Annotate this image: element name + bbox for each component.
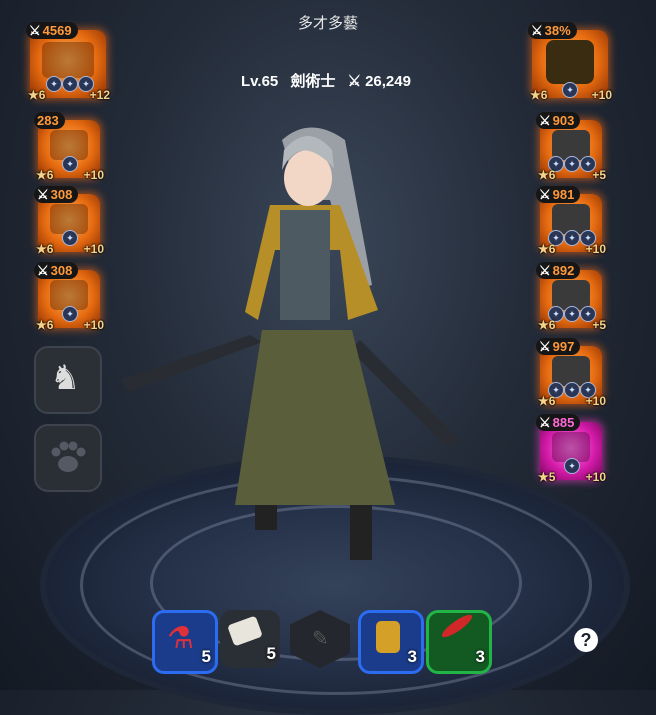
empty-slot-icon: ✎ — [312, 628, 329, 650]
sword-blade-left — [120, 335, 262, 392]
gem-icon: ✦ — [46, 76, 62, 92]
paw-icon — [51, 441, 86, 472]
slot-stars: ★6 — [28, 88, 46, 102]
sword-icon: ⚔ — [539, 263, 551, 278]
slot-stars: ★6 — [538, 318, 556, 332]
equip-slot-helmet[interactable]: ⚔ 903 ✦ ✦ ✦ ★6 +5 — [536, 112, 606, 182]
slot-stars: ★6 — [36, 168, 54, 182]
quickslot-feather[interactable]: 3 — [426, 610, 492, 674]
equip-slot-armor[interactable]: ⚔ 981 ✦ ✦ ✦ ★6 +10 — [536, 186, 606, 256]
potion-icon: ⚗ — [167, 622, 194, 655]
slot-enhance: +12 — [89, 88, 110, 102]
gem-icon: ✦ — [62, 76, 78, 92]
slot-power-badge: ⚔ 981 — [536, 186, 581, 203]
sword-icon: ⚔ — [539, 415, 551, 430]
item-count: 5 — [201, 647, 211, 666]
slot-enhance: +10 — [591, 88, 612, 102]
boot-left — [255, 505, 277, 530]
character-class: 劍術士 — [290, 73, 336, 90]
slot-power: 892 — [552, 263, 575, 278]
slot-power-badge: ⚔ 4569 — [26, 22, 78, 39]
slot-power-badge: ⚔ 997 — [536, 338, 581, 355]
slot-power-badge: ⚔ 892 — [536, 262, 581, 279]
item-count: 3 — [475, 647, 485, 666]
equip-slot-necklace[interactable]: 283 ✦ ★6 +10 — [34, 112, 104, 182]
sword-icon: ⚔ — [29, 23, 41, 38]
slot-stars: ★6 — [538, 394, 556, 408]
slot-stars: ★6 — [538, 168, 556, 182]
combat-power-value: 26,249 — [365, 73, 411, 90]
slot-power: 997 — [552, 339, 575, 354]
slot-power: 4569 — [42, 23, 72, 38]
slot-enhance: +10 — [83, 318, 104, 332]
weapon-icon — [42, 42, 94, 78]
combat-power: ⚔ 26,249 — [347, 73, 411, 90]
sword-icon: ⚔ — [531, 23, 543, 38]
item-count: 3 — [407, 647, 417, 666]
sword-icon: ⚔ — [539, 187, 551, 202]
slot-power: 308 — [50, 263, 73, 278]
slot-enhance: +10 — [83, 242, 104, 256]
character-level: Lv.65 — [241, 73, 279, 90]
gem-icon: ✦ — [62, 306, 78, 322]
slot-stars: ★6 — [36, 318, 54, 332]
slot-enhance: +5 — [592, 168, 606, 182]
sword-icon: ⚔ — [37, 187, 49, 202]
item-count: 5 — [266, 644, 276, 663]
gem-icon: ✦ — [62, 156, 78, 172]
emblem-icon — [546, 40, 594, 84]
slot-power-badge: 283 — [34, 112, 65, 129]
slot-power: 903 — [552, 113, 575, 128]
quickslot-lantern[interactable]: 3 — [358, 610, 424, 674]
pet-slot[interactable] — [34, 424, 102, 492]
gem-icon: ✦ — [564, 156, 580, 172]
slot-power-badge: ⚔ 308 — [34, 186, 79, 203]
slot-power: 283 — [37, 113, 59, 128]
feather-icon — [439, 611, 475, 641]
slot-power: 885 — [552, 415, 575, 430]
sword-icon: ⚔ — [539, 339, 551, 354]
slot-power-badge: ⚔ 38% — [528, 22, 577, 39]
slot-enhance: +10 — [83, 168, 104, 182]
slot-power: 981 — [552, 187, 575, 202]
slot-power: 38% — [544, 23, 571, 38]
gem-icon: ✦ — [62, 230, 78, 246]
quickslot-potion[interactable]: ⚗ 5 — [152, 610, 218, 674]
slot-enhance: +10 — [585, 470, 606, 484]
mount-slot[interactable]: ♞ — [34, 346, 102, 414]
slot-power: 308 — [50, 187, 73, 202]
scroll-icon — [227, 615, 263, 647]
vest — [280, 210, 330, 320]
sword-icon: ⚔ — [539, 113, 551, 128]
slot-stars: ★5 — [538, 470, 556, 484]
equip-slot-cape[interactable]: ⚔ 885 ✦ ★5 +10 — [536, 414, 606, 484]
slot-enhance: +10 — [585, 242, 606, 256]
equip-slot-ring-1[interactable]: ⚔ 308 ✦ ★6 +10 — [34, 186, 104, 256]
equip-slot-boots[interactable]: ⚔ 997 ✦ ✦ ✦ ★6 +10 — [536, 338, 606, 408]
gem-icon: ✦ — [564, 306, 580, 322]
slot-power-badge: ⚔ 885 — [536, 414, 581, 431]
equip-slot-weapon[interactable]: ⚔ 4569 ✦ ✦ ✦ ★6 +12 — [26, 22, 110, 102]
gem-icon: ✦ — [564, 230, 580, 246]
equip-slot-accessory[interactable]: ⚔ 38% ✦ ★6 +10 — [528, 22, 612, 102]
slot-enhance: +10 — [585, 394, 606, 408]
slot-stars: ★6 — [36, 242, 54, 256]
slot-enhance: +5 — [592, 318, 606, 332]
gem-icon: ✦ — [564, 382, 580, 398]
help-button[interactable]: ? — [574, 628, 598, 652]
gem-icon: ✦ — [564, 458, 580, 474]
equip-slot-ring-2[interactable]: ⚔ 308 ✦ ★6 +10 — [34, 262, 104, 332]
gem-icon: ✦ — [562, 82, 578, 98]
slot-stars: ★6 — [530, 88, 548, 102]
slot-power-badge: ⚔ 308 — [34, 262, 79, 279]
equip-slot-gloves[interactable]: ⚔ 892 ✦ ✦ ✦ ★6 +5 — [536, 262, 606, 332]
lantern-icon — [376, 621, 400, 653]
quickslot-scroll[interactable]: 5 — [220, 610, 280, 668]
slot-stars: ★6 — [538, 242, 556, 256]
sword-icon: ⚔ — [37, 263, 49, 278]
slot-power-badge: ⚔ 903 — [536, 112, 581, 129]
boot-right — [350, 505, 372, 560]
horse-icon: ♞ — [50, 359, 81, 397]
